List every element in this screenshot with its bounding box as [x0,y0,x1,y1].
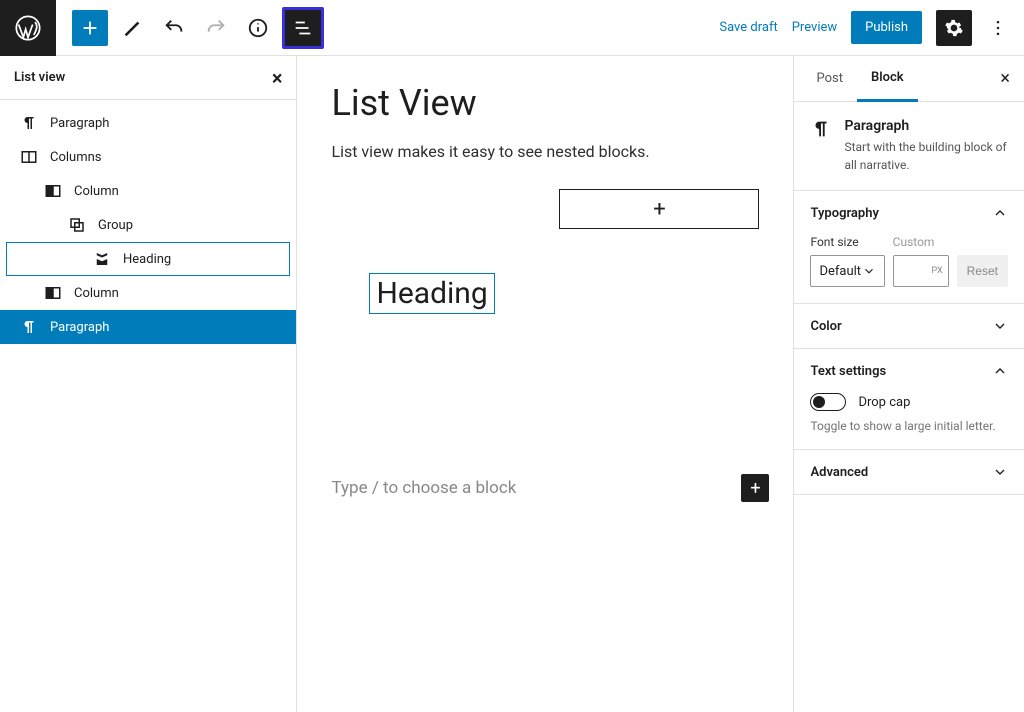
chevron-up-icon [992,363,1008,379]
settings-tabs: Post Block × [794,56,1024,102]
tree-item-columns[interactable]: Columns [0,140,296,174]
heading-block[interactable]: Heading [369,273,494,314]
main-layout: List view × Paragraph Columns Column Gro… [0,56,1024,712]
typography-title: Typography [810,206,879,221]
drop-cap-hint: Toggle to show a large initial letter. [810,419,1008,433]
tree-item-label: Columns [50,150,102,165]
close-settings-button[interactable]: × [1000,68,1016,89]
tree-item-label: Column [74,184,119,199]
heading-icon [93,250,111,268]
paragraph-block[interactable]: List view makes it easy to see nested bl… [331,142,759,161]
drop-cap-toggle[interactable] [810,393,846,411]
columns-icon [20,148,38,166]
list-view-panel: List view × Paragraph Columns Column Gro… [0,56,297,712]
page-title[interactable]: List View [331,82,759,124]
close-list-view-button[interactable]: × [272,66,283,90]
group-icon [68,216,86,234]
column-icon [44,182,62,200]
color-toggle[interactable]: Color [794,304,1024,348]
tree-item-heading[interactable]: Heading [6,242,290,276]
tree-item-column[interactable]: Column [0,174,296,208]
text-settings-toggle[interactable]: Text settings [794,349,1024,393]
tree-item-paragraph-selected[interactable]: Paragraph [0,310,296,344]
undo-button[interactable] [156,10,192,46]
chevron-down-icon [862,264,876,278]
block-info: Paragraph Start with the building block … [794,102,1024,191]
typography-section: Typography Font size Default Custom PX [794,191,1024,304]
add-block-button[interactable] [72,10,108,46]
publish-button[interactable]: Publish [851,11,922,44]
block-placeholder[interactable]: Type / to choose a block [331,478,516,498]
chevron-down-icon [992,318,1008,334]
editor-canvas[interactable]: List View List view makes it easy to see… [297,56,793,712]
reset-font-size-button[interactable]: Reset [957,255,1008,287]
font-size-value: Default [819,264,861,279]
font-size-label: Font size [810,235,884,249]
drop-cap-label: Drop cap [858,395,910,410]
settings-panel: Post Block × Paragraph Start with the bu… [793,56,1024,712]
redo-button[interactable] [198,10,234,46]
wp-logo[interactable] [0,0,56,56]
tree-item-label: Heading [123,252,171,267]
tree-item-label: Column [74,286,119,301]
inline-inserter-button[interactable]: + [741,474,769,502]
block-prompt-row: Type / to choose a block + [331,474,769,502]
tree-item-label: Group [98,218,133,233]
preview-button[interactable]: Preview [792,20,837,35]
text-settings-section: Text settings Drop cap Toggle to show a … [794,349,1024,450]
color-title: Color [810,319,841,334]
chevron-up-icon [992,205,1008,221]
block-tree: Paragraph Columns Column Group Heading C [0,100,296,344]
tools-button[interactable] [114,10,150,46]
advanced-section: Advanced [794,450,1024,495]
paragraph-icon [810,118,832,140]
tab-block[interactable]: Block [857,57,918,102]
info-button[interactable] [240,10,276,46]
save-draft-button[interactable]: Save draft [719,20,777,35]
tree-item-paragraph[interactable]: Paragraph [0,106,296,140]
block-name: Paragraph [844,118,1008,134]
advanced-title: Advanced [810,465,868,480]
block-description: Start with the building block of all nar… [844,138,1008,174]
text-settings-title: Text settings [810,364,886,379]
toolbar-left [56,7,324,49]
plus-icon: + [653,197,665,222]
paragraph-icon [20,318,38,336]
settings-button[interactable] [936,10,972,46]
toolbar-right: Save draft Preview Publish [719,10,1024,46]
custom-size-label: Custom [893,235,949,249]
tree-item-label: Paragraph [50,116,109,131]
list-view-header: List view × [0,56,296,100]
tree-item-column[interactable]: Column [0,276,296,310]
typography-toggle[interactable]: Typography [794,191,1024,235]
block-appender[interactable]: + [559,189,759,229]
more-options-button[interactable] [986,10,1010,46]
color-section: Color [794,304,1024,349]
tab-post[interactable]: Post [802,56,857,101]
tree-item-label: Paragraph [50,320,109,335]
custom-size-input[interactable]: PX [893,255,949,287]
chevron-down-icon [992,464,1008,480]
advanced-toggle[interactable]: Advanced [794,450,1024,494]
list-view-button[interactable] [282,7,324,49]
plus-icon: + [750,478,760,499]
column-icon [44,284,62,302]
list-view-title: List view [14,70,65,85]
font-size-select[interactable]: Default [810,255,884,287]
tree-item-group[interactable]: Group [0,208,296,242]
paragraph-icon [20,114,38,132]
top-toolbar: Save draft Preview Publish [0,0,1024,56]
